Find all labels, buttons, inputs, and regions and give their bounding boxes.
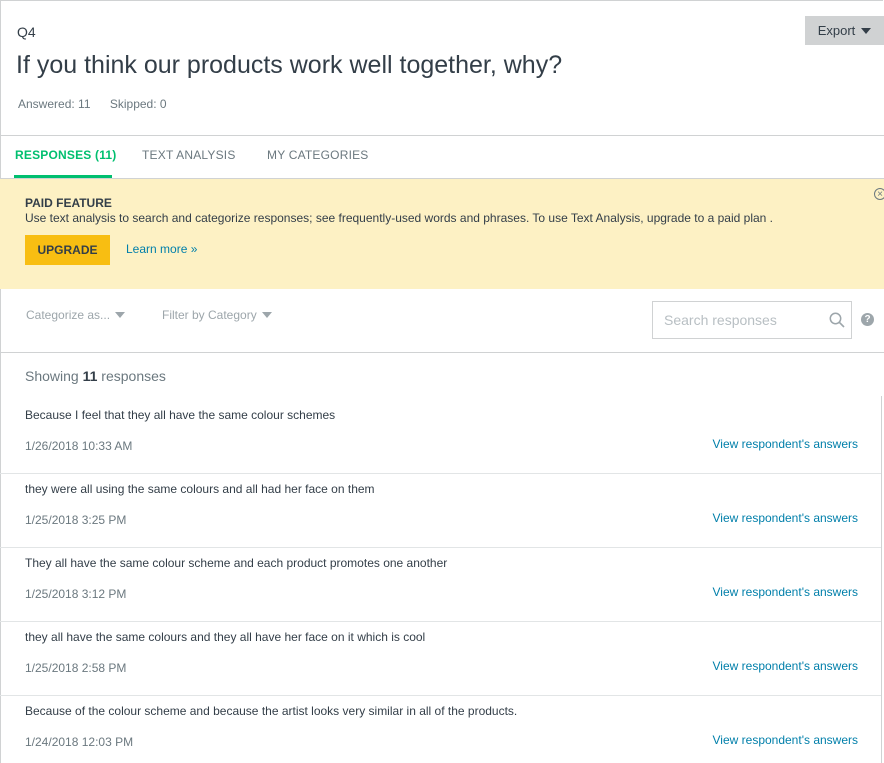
view-respondent-link[interactable]: View respondent's answers bbox=[713, 733, 858, 747]
search-box bbox=[652, 301, 852, 339]
list-border bbox=[881, 396, 882, 763]
view-respondent-link[interactable]: View respondent's answers bbox=[713, 511, 858, 525]
divider bbox=[0, 352, 884, 353]
divider bbox=[0, 135, 884, 136]
response-row: Because of the colour scheme and because… bbox=[0, 696, 881, 763]
response-text: Because of the colour scheme and because… bbox=[25, 704, 518, 718]
response-text: they were all using the same colours and… bbox=[25, 482, 375, 496]
close-icon[interactable]: × bbox=[874, 188, 884, 200]
caret-down-icon bbox=[861, 27, 872, 34]
categorize-dropdown[interactable]: Categorize as... bbox=[26, 308, 126, 322]
tab-text-analysis[interactable]: TEXT ANALYSIS bbox=[142, 148, 236, 162]
learn-more-link[interactable]: Learn more » bbox=[126, 242, 197, 256]
caret-down-icon bbox=[115, 312, 126, 318]
response-row: They all have the same colour scheme and… bbox=[0, 548, 881, 622]
categorize-label: Categorize as... bbox=[26, 308, 111, 322]
caret-down-icon bbox=[261, 312, 272, 318]
tab-responses[interactable]: RESPONSES (11) bbox=[15, 148, 117, 162]
response-date: 1/25/2018 3:25 PM bbox=[25, 513, 127, 527]
question-title: If you think our products work well toge… bbox=[16, 51, 563, 79]
view-respondent-link[interactable]: View respondent's answers bbox=[713, 659, 858, 673]
paid-feature-title: PAID FEATURE bbox=[25, 196, 112, 210]
view-respondent-link[interactable]: View respondent's answers bbox=[713, 585, 858, 599]
response-date: 1/26/2018 10:33 AM bbox=[25, 439, 133, 453]
skipped-count: Skipped: 0 bbox=[109, 97, 167, 111]
export-label: Export bbox=[817, 23, 856, 38]
answered-count: Answered: 11 bbox=[18, 97, 91, 111]
export-button[interactable]: Export bbox=[805, 16, 884, 45]
view-respondent-link[interactable]: View respondent's answers bbox=[713, 437, 858, 451]
showing-count: Showing 11 responses bbox=[25, 368, 166, 384]
search-icon[interactable] bbox=[829, 312, 845, 328]
search-input[interactable] bbox=[664, 312, 814, 328]
paid-feature-description: Use text analysis to search and categori… bbox=[25, 211, 773, 225]
help-icon[interactable]: ? bbox=[861, 313, 874, 326]
question-number: Q4 bbox=[17, 24, 36, 40]
response-text: They all have the same colour scheme and… bbox=[25, 556, 448, 570]
paid-feature-banner bbox=[0, 179, 884, 289]
tab-my-categories[interactable]: MY CATEGORIES bbox=[267, 148, 369, 162]
response-text: they all have the same colours and they … bbox=[25, 630, 426, 644]
response-row: they were all using the same colours and… bbox=[0, 474, 881, 548]
filter-category-label: Filter by Category bbox=[162, 308, 257, 322]
upgrade-button[interactable]: UPGRADE bbox=[25, 235, 110, 265]
response-date: 1/25/2018 3:12 PM bbox=[25, 587, 127, 601]
filter-category-dropdown[interactable]: Filter by Category bbox=[162, 308, 272, 322]
response-date: 1/24/2018 12:03 PM bbox=[25, 735, 134, 749]
response-row: they all have the same colours and they … bbox=[0, 622, 881, 696]
response-text: Because I feel that they all have the sa… bbox=[25, 408, 336, 422]
question-stats: Answered: 11 Skipped: 0 bbox=[18, 97, 167, 111]
response-row: Because I feel that they all have the sa… bbox=[0, 400, 881, 474]
response-date: 1/25/2018 2:58 PM bbox=[25, 661, 127, 675]
